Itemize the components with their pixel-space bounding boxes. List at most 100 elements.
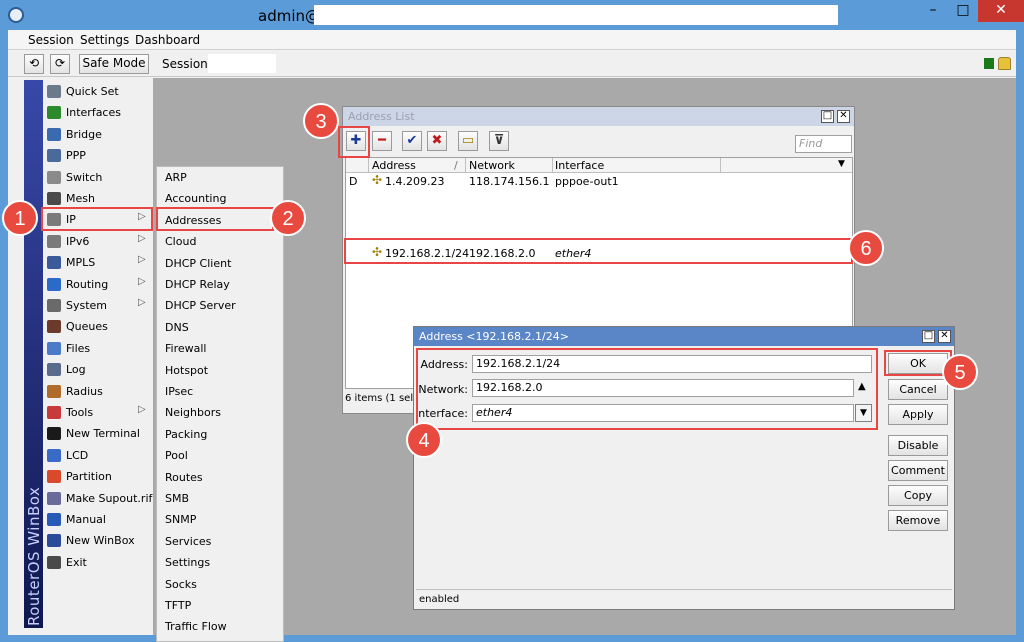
find-input[interactable]: Find [795,135,852,153]
sidebar-item-ipv6[interactable]: IPv6 ▷ [43,231,153,252]
sidebar-item-make-supout-rif[interactable]: Make Supout.rif [43,488,153,509]
title-bar: admin@ – □ ✕ [0,0,1024,30]
connection-status-icon [984,58,994,69]
submenu-item-services[interactable]: Services [165,535,211,556]
sidebar-item-files[interactable]: Files [43,338,153,359]
submenu-arrow-icon: ▷ [138,254,146,266]
sidebar-item-routing[interactable]: Routing ▷ [43,274,153,295]
table-header: Address / Network Interface ▼ [346,158,852,173]
minimize-button[interactable]: – [918,0,948,22]
menu-dashboard[interactable]: Dashboard [135,33,200,47]
columns-dropdown-icon[interactable]: ▼ [838,159,845,169]
radius-icon [47,384,61,398]
maximize-button[interactable]: □ [948,0,978,22]
submenu-item-socks[interactable]: Socks [165,578,197,599]
address-icon: ✣ [372,173,383,187]
manual-icon [47,513,61,526]
terminal-icon [47,427,61,441]
restore-icon[interactable]: □ [821,110,834,123]
sidebar-item-system[interactable]: System ▷ [43,295,153,316]
sidebar-item-manual[interactable]: Manual [43,509,153,530]
submenu-item-tftp[interactable]: TFTP [165,599,191,620]
submenu-item-cloud[interactable]: Cloud [165,235,196,256]
address-list-titlebar[interactable]: Address List □ ✕ [343,107,854,126]
sidebar-item-queues[interactable]: Queues [43,316,153,337]
submenu-item-traffic-flow[interactable]: Traffic Flow [165,620,227,641]
log-icon [47,363,61,377]
apply-button[interactable]: Apply [888,404,948,425]
disable-button[interactable]: Disable [888,435,948,456]
submenu-arrow-icon: ▷ [138,275,146,287]
menu-bar: Session Settings Dashboard [8,30,1016,50]
sidebar-item-label: Routing [66,277,109,291]
comment-button[interactable]: ▭ [458,131,478,151]
close-icon[interactable]: ✕ [837,110,850,123]
close-icon[interactable]: ✕ [938,330,951,343]
submenu-item-pool[interactable]: Pool [165,449,188,470]
address-list-title: Address List [348,110,415,123]
sidebar-item-radius[interactable]: Radius [43,381,153,402]
undo-button[interactable]: ⟲ [24,54,44,74]
submenu-item-arp[interactable]: ARP [165,171,187,192]
safe-mode-button[interactable]: Safe Mode [79,54,149,74]
address-dialog-titlebar[interactable]: Address <192.168.2.1/24> □ ✕ [414,327,954,346]
quickset-icon [47,85,61,98]
sidebar-item-mpls[interactable]: MPLS ▷ [43,252,153,273]
sidebar-item-partition[interactable]: Partition [43,466,153,487]
submenu-item-firewall[interactable]: Firewall [165,342,206,363]
comment-button[interactable]: Comment [888,460,948,481]
sidebar-item-label: Manual [66,513,106,526]
highlight-addresses [156,207,274,231]
sidebar-item-ppp[interactable]: PPP [43,145,153,166]
step-badge-3: 3 [303,103,339,139]
sidebar-item-lcd[interactable]: LCD [43,445,153,466]
submenu-item-packing[interactable]: Packing [165,428,207,449]
submenu-item-smb[interactable]: SMB [165,492,189,513]
sidebar-item-label: LCD [66,448,89,462]
copy-button[interactable]: Copy [888,485,948,506]
cancel-button[interactable]: Cancel [888,379,948,400]
sidebar-item-label: Queues [66,320,108,334]
submenu-item-settings[interactable]: Settings [165,556,210,577]
ipv6-icon [47,234,61,248]
redo-button[interactable]: ⟳ [50,54,70,74]
sidebar-item-tools[interactable]: Tools ▷ [43,402,153,423]
sidebar-item-quick-set[interactable]: Quick Set [43,81,153,102]
submenu-item-snmp[interactable]: SNMP [165,513,196,534]
restore-icon[interactable]: □ [922,330,935,343]
menu-session[interactable]: Session [28,33,74,47]
submenu-item-neighbors[interactable]: Neighbors [165,406,221,427]
sidebar-item-exit[interactable]: Exit [43,552,153,573]
remove-button[interactable]: Remove [888,510,948,531]
submenu-item-dhcp-relay[interactable]: DHCP Relay [165,278,230,299]
session-field[interactable] [208,54,276,73]
submenu-item-dns[interactable]: DNS [165,321,189,342]
submenu-item-routes[interactable]: Routes [165,471,203,492]
enable-button[interactable]: ✔ [402,131,422,151]
submenu-arrow-icon: ▷ [138,404,146,415]
sidebar-item-mesh[interactable]: Mesh [43,188,153,209]
row-network: 118.174.156.1 [469,175,550,188]
submenu-item-ipsec[interactable]: IPsec [165,385,193,406]
sidebar-item-interfaces[interactable]: Interfaces [43,102,153,123]
sidebar-item-label: Partition [66,470,112,484]
sidebar-item-log[interactable]: Log [43,359,153,380]
remove-button[interactable]: ━ [372,131,392,151]
table-row[interactable]: D ✣ 1.4.209.23 118.174.156.1 pppoe-out1 [346,174,852,189]
col-address[interactable]: Address [372,159,416,172]
close-button[interactable]: ✕ [978,0,1024,22]
step-badge-4: 4 [406,422,442,458]
col-interface[interactable]: Interface [555,159,604,172]
col-network[interactable]: Network [469,159,515,172]
row-flag: D [349,175,358,188]
disable-button[interactable]: ✖ [427,131,447,151]
submenu-item-dhcp-client[interactable]: DHCP Client [165,257,231,278]
sidebar-item-new-winbox[interactable]: New WinBox [43,530,153,551]
menu-settings[interactable]: Settings [80,33,129,47]
sidebar-item-bridge[interactable]: Bridge [43,124,153,145]
sidebar-item-switch[interactable]: Switch [43,167,153,188]
sidebar-item-new-terminal[interactable]: New Terminal [43,423,153,444]
submenu-item-hotspot[interactable]: Hotspot [165,364,208,385]
submenu-item-dhcp-server[interactable]: DHCP Server [165,299,236,320]
filter-button[interactable]: ⊽ [489,131,509,151]
